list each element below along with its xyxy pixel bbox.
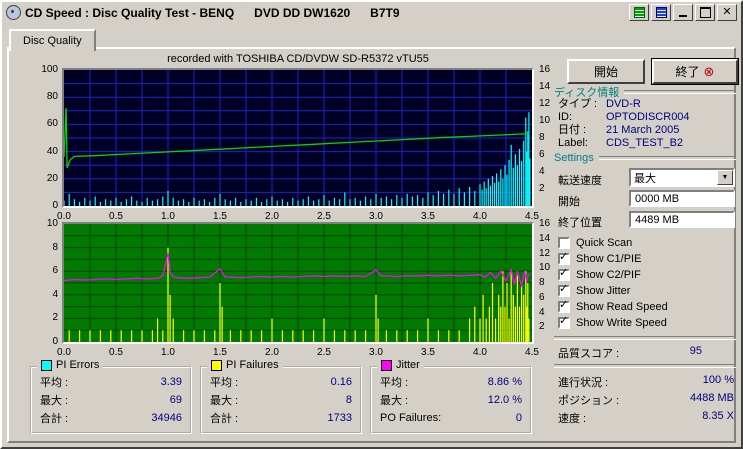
axis-tick-label: 3.0 [362, 347, 390, 358]
axis-tick-label: 0.0 [50, 347, 78, 358]
axis-tick-label: 2.0 [258, 211, 286, 222]
axis-tick-label: 4 [30, 289, 58, 300]
axis-tick-label: 2 [30, 312, 58, 323]
axis-tick-label: 10 [539, 262, 559, 273]
axis-tick-label: 0 [30, 336, 58, 347]
axis-tick-label: 10 [30, 218, 58, 229]
axis-tick-label: 2.0 [258, 347, 286, 358]
tab-label: Disc Quality [23, 35, 82, 47]
axis-tick-label: 8 [539, 277, 559, 288]
axis-tick-label: 8 [30, 242, 58, 253]
axis-tick-label: 1.0 [154, 211, 182, 222]
axis-tick-label: 4.5 [518, 347, 546, 358]
axis-tick-label: 0 [30, 200, 58, 211]
axis-tick-label: 12 [539, 248, 559, 259]
axis-tick-label: 6 [539, 292, 559, 303]
axis-tick-label: 4 [539, 166, 559, 177]
axis-tick-label: 40 [30, 146, 58, 157]
axis-tick-label: 4.0 [466, 347, 494, 358]
axis-tick-label: 1.0 [154, 347, 182, 358]
axis-tick-label: 6 [30, 265, 58, 276]
axis-tick-label: 14 [539, 81, 559, 92]
axis-tick-label: 16 [539, 64, 559, 75]
axis-tick-label: 16 [539, 218, 559, 229]
axis-tick-label: 4 [539, 307, 559, 318]
axis-tick-label: 1.5 [206, 211, 234, 222]
axis-tick-label: 100 [30, 64, 58, 75]
axis-tick-label: 0.5 [102, 347, 130, 358]
axis-tick-label: 3.5 [414, 211, 442, 222]
axis-tick-label: 2.5 [310, 347, 338, 358]
axis-tick-label: 14 [539, 233, 559, 244]
app-window: CD Speed : Disc Quality Test - BENQ DVD … [0, 0, 743, 449]
axis-tick-label: 6 [539, 149, 559, 160]
axis-tick-label: 60 [30, 118, 58, 129]
axis-tick-label: 2 [539, 183, 559, 194]
axis-labels-layer: 1008060402001614121086420.00.51.01.52.02… [2, 2, 741, 447]
axis-tick-label: 20 [30, 173, 58, 184]
axis-tick-label: 3.5 [414, 347, 442, 358]
tab-disc-quality[interactable]: Disc Quality [9, 29, 96, 51]
axis-tick-label: 8 [539, 132, 559, 143]
axis-tick-label: 4.0 [466, 211, 494, 222]
axis-tick-label: 12 [539, 98, 559, 109]
axis-tick-label: 80 [30, 91, 58, 102]
axis-tick-label: 2 [539, 321, 559, 332]
axis-tick-label: 0.5 [102, 211, 130, 222]
axis-tick-label: 10 [539, 115, 559, 126]
axis-tick-label: 3.0 [362, 211, 390, 222]
axis-tick-label: 1.5 [206, 347, 234, 358]
axis-tick-label: 2.5 [310, 211, 338, 222]
